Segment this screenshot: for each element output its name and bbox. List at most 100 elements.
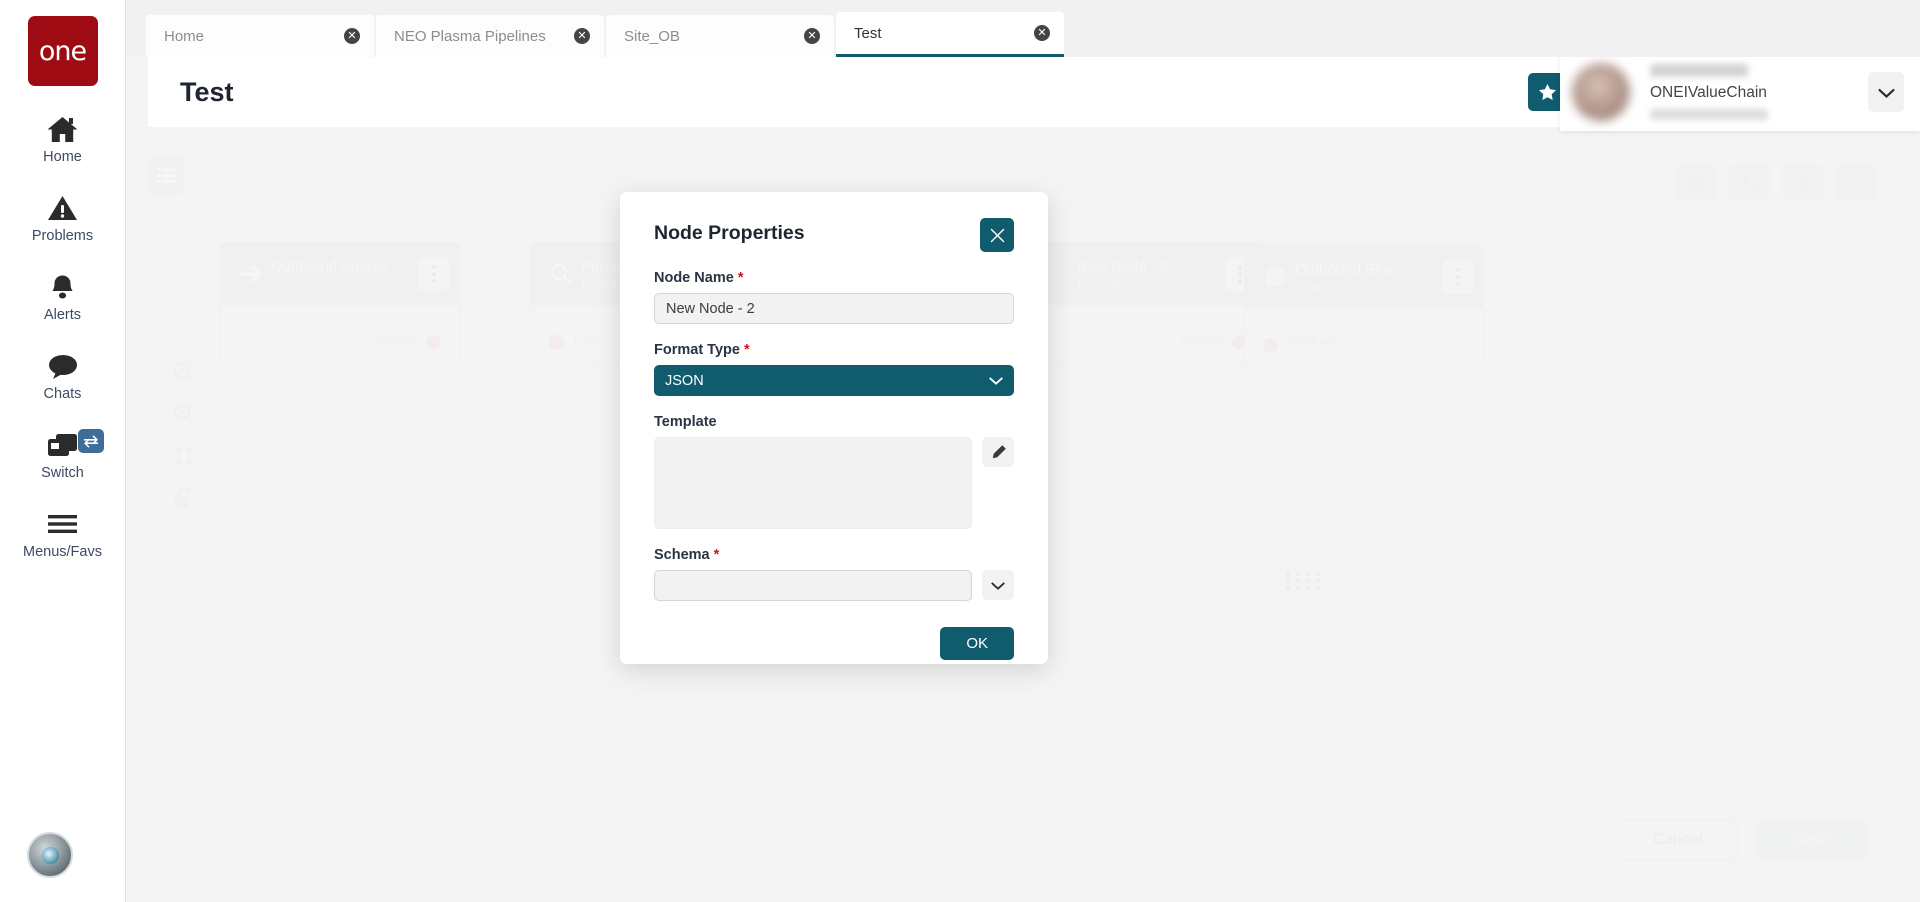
flow-node-input-port[interactable]: [549, 335, 564, 350]
flow-node-header: New Node - 2 Format: [1027, 243, 1265, 305]
flow-node-titles: Outbound Source Source: [271, 258, 419, 291]
lock-canvas-tool[interactable]: [164, 478, 204, 518]
tab-close-icon[interactable]: ✕: [804, 28, 820, 44]
flow-node[interactable]: New Node - 2 Format Output: [1026, 242, 1266, 364]
warning-triangle-icon: [47, 191, 78, 225]
chevron-down-icon: [989, 376, 1003, 385]
flow-node[interactable]: Outbound Source Source Output: [220, 242, 460, 364]
canvas-zoom-tools: [164, 352, 204, 520]
sidebar-item-home[interactable]: Home: [0, 112, 126, 165]
flow-node-subtitle: Format: [1077, 275, 1225, 291]
tab-home[interactable]: Home ✕: [146, 15, 374, 57]
canvas-footer-actions: Cancel Save: [1618, 820, 1868, 860]
ok-button[interactable]: OK: [940, 627, 1014, 660]
dialog-close-button[interactable]: [980, 218, 1014, 252]
sidebar-item-switch[interactable]: Switch: [0, 428, 126, 481]
required-marker: *: [744, 342, 750, 358]
node-name-input[interactable]: [654, 293, 1014, 324]
format-type-label: Format Type *: [654, 342, 1014, 358]
tab-close-icon[interactable]: ✕: [1034, 25, 1050, 41]
field-label-text: Format Type: [654, 342, 740, 358]
schema-dropdown-button[interactable]: [982, 570, 1014, 600]
zoom-out-tool[interactable]: [164, 394, 204, 434]
flow-node-output-port-label: Output: [1181, 331, 1223, 348]
flow-node-titles: New Node - 2 Format: [1077, 258, 1225, 291]
sidebar-item-menus-favs[interactable]: Menus/Favs: [0, 507, 126, 560]
flow-node-subtitle: Sink: [1295, 278, 1443, 294]
tab-neo-plasma-pipelines[interactable]: NEO Plasma Pipelines ✕: [376, 15, 604, 57]
image-tool[interactable]: [1782, 165, 1824, 199]
tab-close-icon[interactable]: ✕: [344, 28, 360, 44]
pencil-icon: [990, 444, 1007, 461]
flow-node-input-port-label: File: [573, 331, 597, 348]
flow-node-body: Output: [221, 305, 459, 363]
sidebar-item-alerts[interactable]: Alerts: [0, 270, 126, 323]
required-marker: *: [714, 547, 720, 563]
flow-node-input-port[interactable]: [1263, 338, 1278, 353]
schema-row: [654, 570, 1014, 601]
run-tool[interactable]: [1836, 165, 1878, 199]
flow-node-menu-icon[interactable]: [419, 257, 449, 291]
format-type-field: Format Type * JSON: [654, 342, 1014, 396]
schema-label: Schema *: [654, 547, 1014, 563]
flow-node-header: Outbound Source Source: [221, 243, 459, 305]
required-marker: *: [738, 270, 744, 286]
image-icon: [1791, 173, 1815, 191]
flow-node-title: Outbound Sink: [1295, 261, 1443, 278]
user-role-redacted: [1650, 109, 1768, 120]
star-icon: [1538, 83, 1557, 101]
avatar[interactable]: [27, 832, 73, 878]
schema-input[interactable]: [654, 570, 972, 601]
lock-open-icon: [173, 486, 195, 510]
user-account-panel[interactable]: ONEIValueChain: [1560, 53, 1920, 131]
terminal-tool[interactable]: [1728, 165, 1770, 199]
windows-stack-icon: [46, 428, 79, 462]
home-icon: [46, 112, 79, 146]
format-type-select[interactable]: JSON: [654, 365, 1014, 396]
template-textarea[interactable]: [654, 437, 972, 529]
page-header: Test: [148, 57, 1769, 127]
field-label-text: Node Name: [654, 270, 734, 286]
flow-node-menu-icon[interactable]: [1443, 260, 1473, 294]
chat-bubble-icon: [47, 349, 79, 383]
sidebar-item-label: Home: [43, 149, 82, 165]
node-properties-dialog: Node Properties Node Name * Format Type …: [620, 192, 1048, 664]
field-label-text: Template: [654, 414, 717, 430]
avatar-eye: [42, 847, 59, 864]
sidebar-item-label: Switch: [41, 465, 84, 481]
folder-tool[interactable]: [1674, 165, 1716, 199]
dialog-footer: OK: [654, 627, 1014, 660]
sidebar-item-chats[interactable]: Chats: [0, 349, 126, 402]
swap-arrows-icon[interactable]: [78, 429, 104, 453]
avatar[interactable]: [1572, 63, 1630, 121]
sidebar-item-label: Problems: [32, 228, 93, 244]
template-edit-button[interactable]: [982, 437, 1014, 467]
cancel-button[interactable]: Cancel: [1618, 820, 1738, 860]
flow-node[interactable]: Outbound Sink Sink Payload: [1244, 245, 1484, 367]
user-menu-toggle[interactable]: [1868, 72, 1904, 112]
zoom-in-tool[interactable]: [164, 352, 204, 392]
tab-close-icon[interactable]: ✕: [574, 28, 590, 44]
tab-label: NEO Plasma Pipelines: [394, 28, 546, 45]
brand-logo[interactable]: one: [28, 16, 98, 86]
sidebar-item-label: Chats: [44, 386, 82, 402]
hamburger-icon: [47, 507, 78, 541]
square-icon: [1255, 267, 1295, 287]
list-icon[interactable]: [148, 157, 185, 194]
tab-site-ob[interactable]: Site_OB ✕: [606, 15, 834, 57]
save-button[interactable]: Save: [1756, 820, 1868, 860]
sidebar-item-label: Alerts: [44, 307, 81, 323]
tab-test[interactable]: Test ✕: [836, 12, 1064, 57]
brand-logo-text: one: [39, 36, 86, 67]
flow-node-subtitle: Source: [271, 275, 419, 291]
fit-screen-tool[interactable]: [164, 436, 204, 476]
flow-node-output-port[interactable]: [426, 335, 441, 350]
sidebar-item-problems[interactable]: Problems: [0, 191, 126, 244]
node-name-field: Node Name *: [654, 270, 1014, 324]
folder-icon: [1684, 173, 1706, 191]
template-label: Template: [654, 414, 1014, 430]
terminal-icon: [1738, 173, 1760, 191]
page-title: Test: [180, 77, 234, 108]
node-name-label: Node Name *: [654, 270, 1014, 286]
user-name-redacted: [1650, 64, 1748, 77]
